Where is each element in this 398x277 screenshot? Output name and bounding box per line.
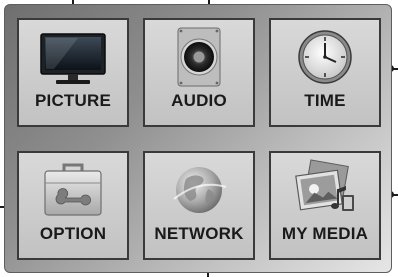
time-label: TIME [304,91,346,110]
audio-label: AUDIO [171,91,227,110]
network-tile[interactable]: NETWORK [143,151,255,260]
my-media-label: MY MEDIA [281,224,369,243]
audio-tile[interactable]: AUDIO [143,18,255,127]
network-label: NETWORK [154,224,244,243]
speaker-icon [164,26,234,88]
media-icon [290,159,360,221]
menu-panel: PICTURE AUDIO TIME OPTION NETWORK MY MED… [4,4,392,273]
toolbox-icon [38,159,108,221]
tv-home-menu-screen: PICTURE AUDIO TIME OPTION NETWORK MY MED… [0,0,398,277]
monitor-icon [38,26,108,88]
time-tile[interactable]: TIME [269,18,381,127]
clock-icon [290,26,360,88]
picture-label: PICTURE [34,91,112,110]
option-label: OPTION [39,224,107,243]
my-media-tile[interactable]: MY MEDIA [269,151,381,260]
globe-icon [164,159,234,221]
picture-tile[interactable]: PICTURE [17,18,129,127]
option-tile[interactable]: OPTION [17,151,129,260]
